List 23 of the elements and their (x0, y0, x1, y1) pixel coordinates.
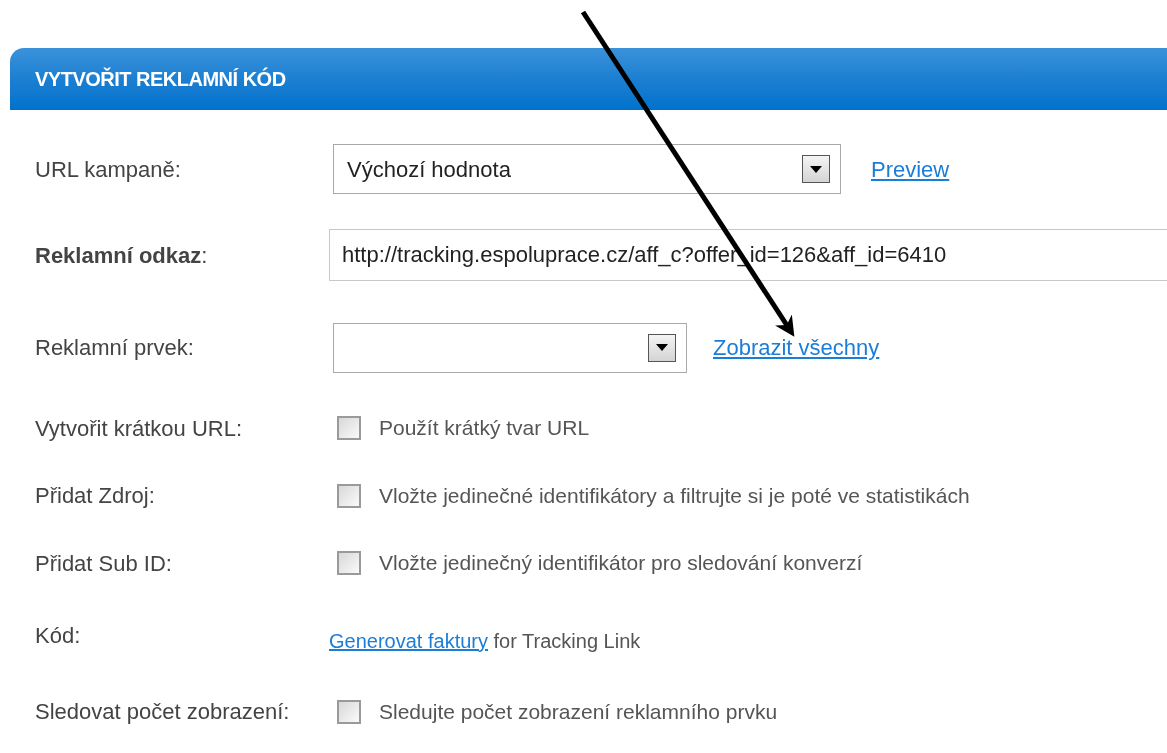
field-label: Reklamní prvek: (34, 334, 195, 362)
field-label: Sledovat počet zobrazení: (34, 698, 291, 726)
panel-title: VYTVOŘIT REKLAMNÍ KÓD (35, 66, 286, 92)
checkbox[interactable] (337, 551, 361, 575)
link[interactable]: Generovat faktury (329, 629, 488, 652)
field-label: Reklamní odkaz: (34, 241, 209, 270)
checkbox-label: Vložte jedinečný identifikátor pro sledování konverzí (379, 550, 863, 577)
field-label: URL kampaně: (34, 155, 182, 184)
checkbox[interactable] (337, 699, 361, 724)
checkbox[interactable] (337, 416, 361, 440)
checkbox-label: Použít krátký tvar URL (379, 415, 590, 442)
code-text: Generovat faktury for Tracking Link (329, 628, 641, 654)
field-label: Přidat Zdroj: (34, 482, 156, 510)
field-label: Vytvořit krátkou URL: (34, 414, 244, 443)
checkbox[interactable] (337, 483, 361, 508)
field-label: Přidat Sub ID: (34, 549, 173, 578)
checkbox-label: Sledujte počet zobrazení reklamního prvku (379, 698, 778, 725)
link[interactable]: Preview (871, 152, 950, 186)
field-label: Kód: (34, 622, 82, 650)
link[interactable]: Zobrazit všechny (713, 331, 880, 364)
dropdown-value: Výchozí hodnota (347, 155, 511, 184)
dropdown[interactable]: Výchozí hodnota (333, 144, 841, 194)
checkbox-label: Vložte jedinečné identifikátory a filtrujte si je poté ve statistikách (379, 482, 970, 509)
